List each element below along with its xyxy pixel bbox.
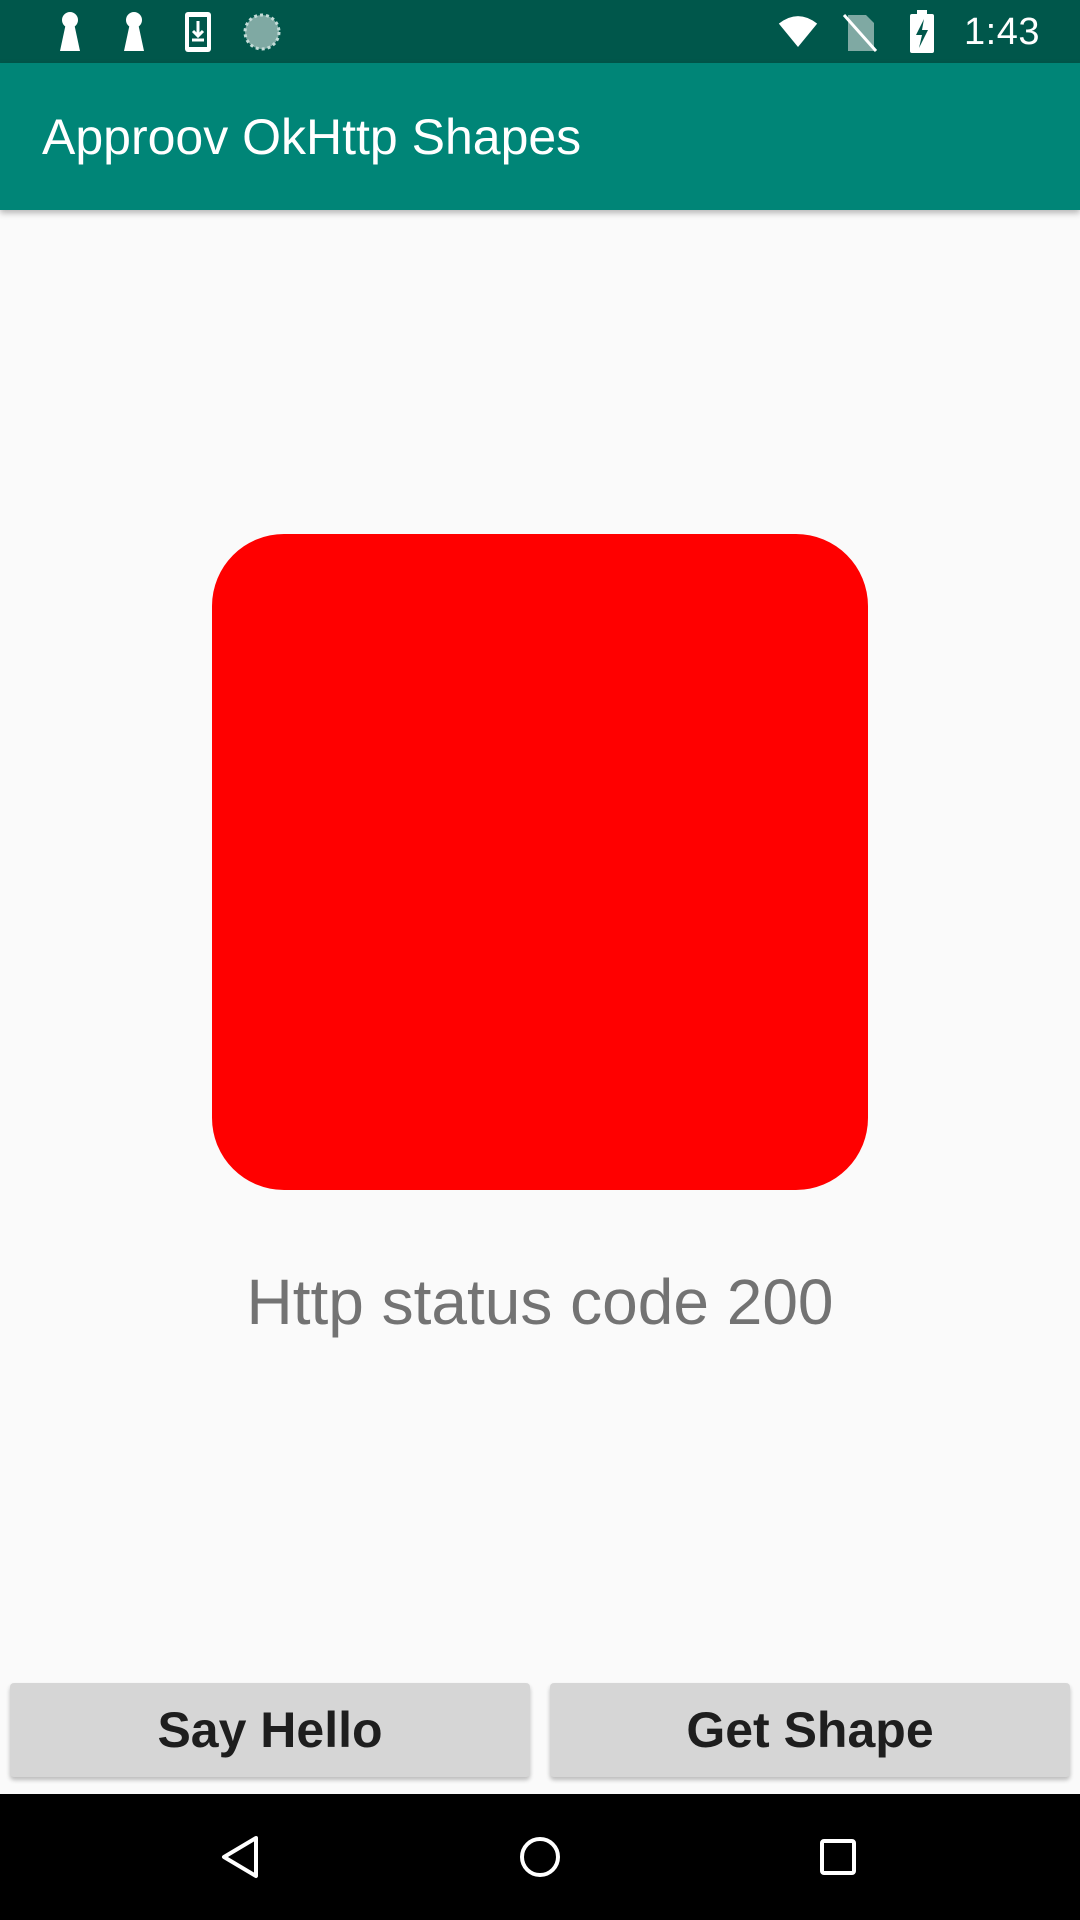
no-sim-icon bbox=[840, 10, 880, 54]
app-title: Approov OkHttp Shapes bbox=[42, 109, 582, 165]
back-icon[interactable] bbox=[206, 1822, 276, 1892]
app-bar: Approov OkHttp Shapes bbox=[0, 63, 1080, 210]
get-shape-button[interactable]: Get Shape bbox=[550, 1683, 1070, 1777]
status-bar-time: 1:43 bbox=[964, 10, 1040, 53]
navigation-bar bbox=[0, 1794, 1080, 1920]
status-bar-system: 1:43 bbox=[778, 8, 1040, 56]
status-bar: 1:43 bbox=[0, 0, 1080, 63]
download-icon bbox=[178, 10, 218, 54]
wifi-icon bbox=[778, 10, 818, 54]
recents-icon[interactable] bbox=[803, 1822, 873, 1892]
shape-image bbox=[212, 534, 868, 1190]
battery-charging-icon bbox=[902, 10, 942, 54]
say-hello-button[interactable]: Say Hello bbox=[10, 1683, 530, 1777]
http-status-text: Http status code 200 bbox=[246, 1266, 834, 1338]
keyhole-icon bbox=[114, 10, 154, 54]
screen: 1:43 Approov OkHttp Shapes Http status c… bbox=[0, 0, 1080, 1920]
home-icon[interactable] bbox=[505, 1822, 575, 1892]
loading-icon bbox=[242, 10, 282, 54]
status-bar-notifications bbox=[50, 8, 282, 56]
keyhole-icon bbox=[50, 10, 90, 54]
